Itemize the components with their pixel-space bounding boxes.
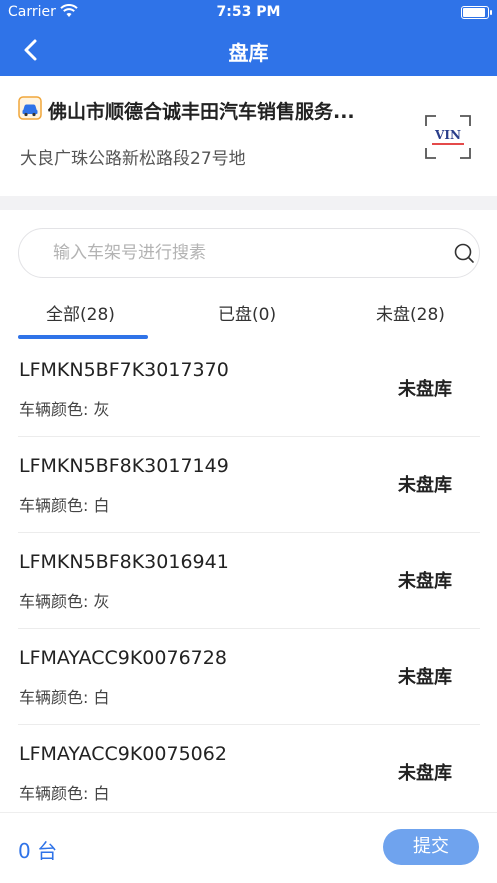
bottom-bar: 0 台 提交 — [0, 812, 497, 883]
submit-button[interactable]: 提交 — [383, 829, 479, 865]
vehicle-vin: LFMKN5BF8K3016941 — [19, 551, 229, 573]
active-tab-indicator — [18, 335, 148, 339]
vehicle-vin: LFMKN5BF7K3017370 — [19, 359, 229, 381]
dealer-name: 佛山市顺德合诚丰田汽车销售服务... — [48, 101, 355, 123]
status-bar: Carrier 7:53 PM — [0, 0, 497, 26]
vehicle-color: 车辆颜色: 白 — [19, 688, 110, 707]
checked-count: 0 台 — [18, 839, 58, 863]
dealer-address: 大良广珠公路新松路段27号地 — [20, 149, 246, 169]
inventory-status: 未盘库 — [398, 763, 452, 784]
vehicle-color: 车辆颜色: 灰 — [19, 592, 110, 611]
tab-checked[interactable]: 已盘(0) — [218, 300, 276, 325]
vehicle-color: 车辆颜色: 白 — [19, 496, 110, 515]
list-item[interactable]: LFMKN5BF8K3017149 车辆颜色: 白 未盘库 — [18, 437, 480, 533]
tab-all[interactable]: 全部(28) — [46, 300, 115, 325]
section-divider — [0, 196, 497, 210]
filter-tabs: 全部(28) 已盘(0) 未盘(28) — [0, 290, 497, 340]
nav-bar: 盘库 — [0, 26, 497, 76]
vehicle-list: LFMKN5BF7K3017370 车辆颜色: 灰 未盘库 LFMKN5BF8K… — [0, 341, 497, 821]
inventory-status: 未盘库 — [398, 379, 452, 400]
vehicle-color: 车辆颜色: 灰 — [19, 400, 110, 419]
list-item[interactable]: LFMAYACC9K0075062 车辆颜色: 白 未盘库 — [18, 725, 480, 821]
vehicle-vin: LFMKN5BF8K3017149 — [19, 455, 229, 477]
vin-label: VIN — [434, 128, 461, 142]
dealer-card: 佛山市顺德合诚丰田汽车销售服务... 大良广珠公路新松路段27号地 VIN — [0, 76, 497, 204]
page-title: 盘库 — [228, 41, 269, 65]
search-box — [18, 228, 480, 278]
vin-scan-icon[interactable]: VIN — [424, 114, 472, 160]
list-item[interactable]: LFMKN5BF7K3017370 车辆颜色: 灰 未盘库 — [18, 341, 480, 437]
vehicle-color: 车辆颜色: 白 — [19, 784, 110, 803]
search-icon[interactable] — [453, 242, 477, 266]
vehicle-vin: LFMAYACC9K0075062 — [19, 743, 227, 765]
battery-icon — [461, 6, 492, 19]
inventory-status: 未盘库 — [398, 571, 452, 592]
tab-unchecked[interactable]: 未盘(28) — [376, 300, 445, 325]
list-item[interactable]: LFMKN5BF8K3016941 车辆颜色: 灰 未盘库 — [18, 533, 480, 629]
vehicle-vin: LFMAYACC9K0076728 — [19, 647, 227, 669]
search-input[interactable] — [53, 241, 433, 265]
car-icon — [18, 96, 42, 120]
list-item[interactable]: LFMAYACC9K0076728 车辆颜色: 白 未盘库 — [18, 629, 480, 725]
status-time: 7:53 PM — [216, 4, 281, 20]
inventory-status: 未盘库 — [398, 475, 452, 496]
inventory-status: 未盘库 — [398, 667, 452, 688]
